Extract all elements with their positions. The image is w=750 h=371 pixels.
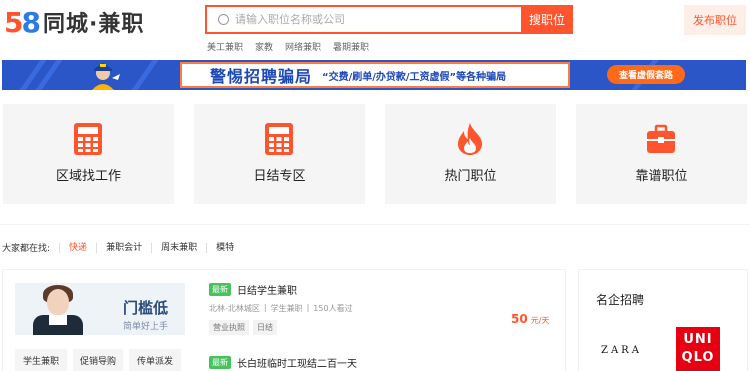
- quick-tag[interactable]: 传单派发: [129, 349, 181, 371]
- new-badge: 最新: [209, 356, 231, 369]
- category-label: 靠谱职位: [635, 169, 688, 184]
- famous-heading: 名企招聘: [596, 293, 645, 307]
- popular-link[interactable]: 周末兼职: [151, 242, 206, 253]
- category-card-daily[interactable]: 日结专区: [194, 104, 365, 204]
- popular-searches: 大家都在找: 快递 兼职会计 周末兼职 模特: [2, 241, 243, 254]
- job-title-row: 最新 日结学生兼职: [209, 282, 549, 297]
- category-card-reliable[interactable]: 靠谱职位: [576, 104, 747, 204]
- quick-tag[interactable]: 促销导购: [73, 349, 123, 371]
- site-logo[interactable]: 5 8 同城·兼职: [4, 5, 145, 39]
- job-item[interactable]: 最新 长白班临时工现结二百一天: [209, 355, 549, 370]
- category-card-area[interactable]: 区域找工作: [3, 104, 174, 204]
- category-card-hot[interactable]: 热门职位: [385, 104, 556, 204]
- publish-job-button[interactable]: 发布职位: [684, 5, 746, 35]
- banner-message-frame: 警惕招聘骗局 “交费/刷单/办贷款/工资虚假”等各种骗局: [180, 62, 570, 88]
- logo-num-5: 5: [4, 5, 24, 39]
- job-category: 学生兼职: [270, 304, 303, 313]
- popular-link[interactable]: 兼职会计: [96, 242, 151, 253]
- search-box: 搜职位: [205, 5, 573, 34]
- new-badge: 最新: [209, 283, 231, 296]
- briefcase-icon: [647, 124, 675, 153]
- search-button[interactable]: 搜职位: [521, 5, 573, 34]
- flame-icon: [458, 123, 482, 155]
- category-cards: 区域找工作 日结专区 热门职位 靠谱职位: [3, 104, 747, 204]
- job-meta: 北林-北林城区 | 学生兼职 | 150人看过: [209, 303, 549, 314]
- meta-separator: |: [306, 303, 310, 312]
- job-chip: 营业执照: [209, 320, 249, 335]
- category-label: 日结专区: [253, 169, 306, 184]
- police-mascot-icon: [92, 63, 120, 90]
- zara-logo[interactable]: ZARA: [601, 345, 642, 356]
- job-title[interactable]: 长白班临时工现结二百一天: [237, 355, 357, 370]
- logo-num-8: 8: [21, 5, 41, 39]
- banner-subline: “交费/刷单/办贷款/工资虚假”等各种骗局: [322, 71, 507, 83]
- hot-word-link[interactable]: 暑期兼职: [333, 40, 369, 53]
- popular-label: 大家都在找:: [2, 244, 51, 254]
- job-chip: 日结: [253, 320, 277, 335]
- job-title[interactable]: 日结学生兼职: [237, 282, 297, 297]
- job-chips: 营业执照 日结: [209, 320, 549, 335]
- category-label: 区域找工作: [55, 169, 121, 184]
- popular-link[interactable]: 模特: [206, 242, 243, 253]
- quick-tag[interactable]: 学生兼职: [15, 349, 67, 371]
- promo-banner[interactable]: 门槛低 简单好上手: [15, 283, 185, 335]
- famous-companies-panel: 名企招聘 ZARA UNI QLO: [578, 269, 748, 371]
- section-divider: [0, 224, 750, 225]
- search-icon: [218, 14, 229, 25]
- banner-stripe: [131, 60, 159, 90]
- fraud-warning-banner[interactable]: 警惕招聘骗局 “交费/刷单/办贷款/工资虚假”等各种骗局 查看虚假套路: [2, 60, 746, 90]
- promo-subtitle: 简单好上手: [123, 322, 169, 332]
- promo-figure-face: [47, 289, 69, 315]
- job-location: 北林-北林城区: [209, 304, 260, 313]
- logo-brand-text: 同城·兼职: [42, 12, 145, 37]
- job-item[interactable]: 最新 日结学生兼职 北林-北林城区 | 学生兼职 | 150人看过 营业执照 日…: [209, 282, 549, 335]
- hot-word-link[interactable]: 美工兼职: [207, 40, 243, 53]
- banner-headline: 警惕招聘骗局: [210, 67, 313, 86]
- category-label: 热门职位: [444, 169, 497, 184]
- meta-separator: |: [263, 303, 267, 312]
- promo-figure-collar: [49, 315, 67, 325]
- promo-title: 门槛低: [123, 299, 169, 317]
- salary-amount: 50: [511, 312, 528, 326]
- view-scams-button[interactable]: 查看虚假套路: [607, 65, 685, 84]
- job-title-row: 最新 长白班临时工现结二百一天: [209, 355, 549, 370]
- uniqlo-logo[interactable]: UNI QLO: [676, 327, 720, 371]
- calculator-icon: [265, 123, 293, 155]
- job-salary: 50 元/天: [511, 312, 549, 326]
- job-views: 150人看过: [313, 304, 353, 313]
- hot-words: 美工兼职 家教 网络兼职 暑期兼职: [207, 40, 369, 53]
- hot-word-link[interactable]: 网络兼职: [285, 40, 321, 53]
- search-input[interactable]: [235, 11, 515, 29]
- job-list-panel: 门槛低 简单好上手 学生兼职 促销导购 传单派发 最新 日结学生兼职 北林-北林…: [2, 269, 566, 371]
- quick-tags: 学生兼职 促销导购 传单派发: [15, 349, 181, 371]
- header: 5 8 同城·兼职 搜职位 美工兼职 家教 网络兼职 暑期兼职 发布职位: [0, 0, 750, 58]
- popular-link[interactable]: 快递: [59, 242, 96, 253]
- hot-word-link[interactable]: 家教: [255, 40, 273, 53]
- calculator-icon: [74, 123, 102, 155]
- salary-unit: 元/天: [530, 316, 550, 325]
